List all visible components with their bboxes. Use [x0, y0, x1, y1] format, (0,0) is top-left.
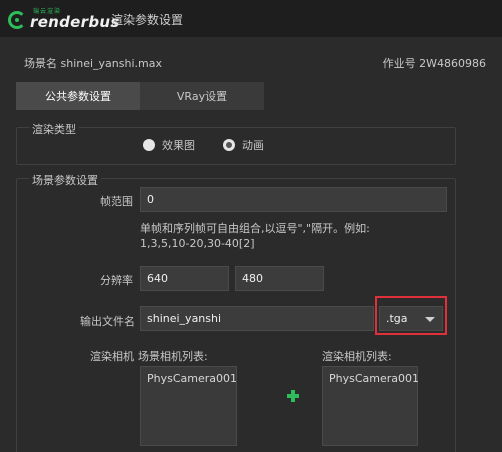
radio-still-image[interactable]: 效果图 — [143, 137, 195, 153]
logo-text: renderbus — [30, 13, 120, 31]
frame-range-label: 帧范围 — [100, 195, 133, 208]
settings-tabs: 公共参数设置 VRay设置 — [16, 82, 264, 110]
frame-range-hint-line2: 1,3,5,10-20,30-40[2] — [140, 237, 255, 250]
scene-name: 场景名 shinei_yanshi.max — [24, 57, 162, 70]
list-item[interactable]: PhysCamera001 — [329, 372, 419, 385]
radio-still-image-circle[interactable] — [143, 139, 155, 151]
frame-range-hint-line1: 单帧和序列帧可自由组合,以逗号","隔开。例如: — [140, 222, 370, 235]
highlight-box — [375, 296, 447, 335]
list-item[interactable]: PhysCamera001 — [147, 372, 237, 385]
tab-common-settings[interactable]: 公共参数设置 — [16, 82, 140, 110]
radio-still-image-label: 效果图 — [162, 139, 195, 152]
radio-animation-circle[interactable] — [223, 139, 235, 151]
output-filename-input[interactable]: shinei_yanshi — [140, 306, 374, 331]
tab-vray-settings[interactable]: VRay设置 — [140, 82, 264, 110]
resolution-height-input[interactable]: 480 — [235, 266, 324, 291]
resolution-label: 分辨率 — [100, 274, 133, 287]
job-id: 作业号 2W4860986 — [382, 57, 486, 70]
render-camera-list[interactable]: PhysCamera001 — [322, 366, 419, 446]
frame-range-input[interactable]: 0 — [140, 187, 447, 212]
frame-range-hint: 单帧和序列帧可自由组合,以逗号","隔开。例如: 1,3,5,10-20,30-… — [140, 221, 450, 251]
render-type-options: 效果图 动画 — [143, 137, 292, 153]
radio-animation-label: 动画 — [242, 139, 264, 152]
resolution-width-input[interactable]: 640 — [140, 266, 229, 291]
radio-animation[interactable]: 动画 — [223, 137, 264, 153]
render-type-group: 渲染类型 效果图 动画 — [16, 121, 456, 165]
renderbus-logo-icon — [8, 11, 26, 29]
scene-params-title: 场景参数设置 — [29, 172, 101, 188]
render-camera-label: 渲染相机 — [90, 350, 134, 363]
add-camera-icon[interactable] — [286, 389, 300, 403]
output-filename-label: 输出文件名 — [80, 315, 135, 328]
renderbus-logo: 瑞云渲染 renderbus — [8, 5, 119, 33]
render-camera-list-label: 渲染相机列表: — [322, 350, 392, 363]
scene-camera-list[interactable]: PhysCamera001 — [140, 366, 237, 446]
render-type-title: 渲染类型 — [29, 121, 79, 137]
window-title: 渲染参数设置 — [111, 13, 184, 27]
scene-camera-list-label: 场景相机列表: — [138, 350, 208, 363]
title-bar: 瑞云渲染 renderbus 渲染参数设置 — [0, 0, 502, 37]
